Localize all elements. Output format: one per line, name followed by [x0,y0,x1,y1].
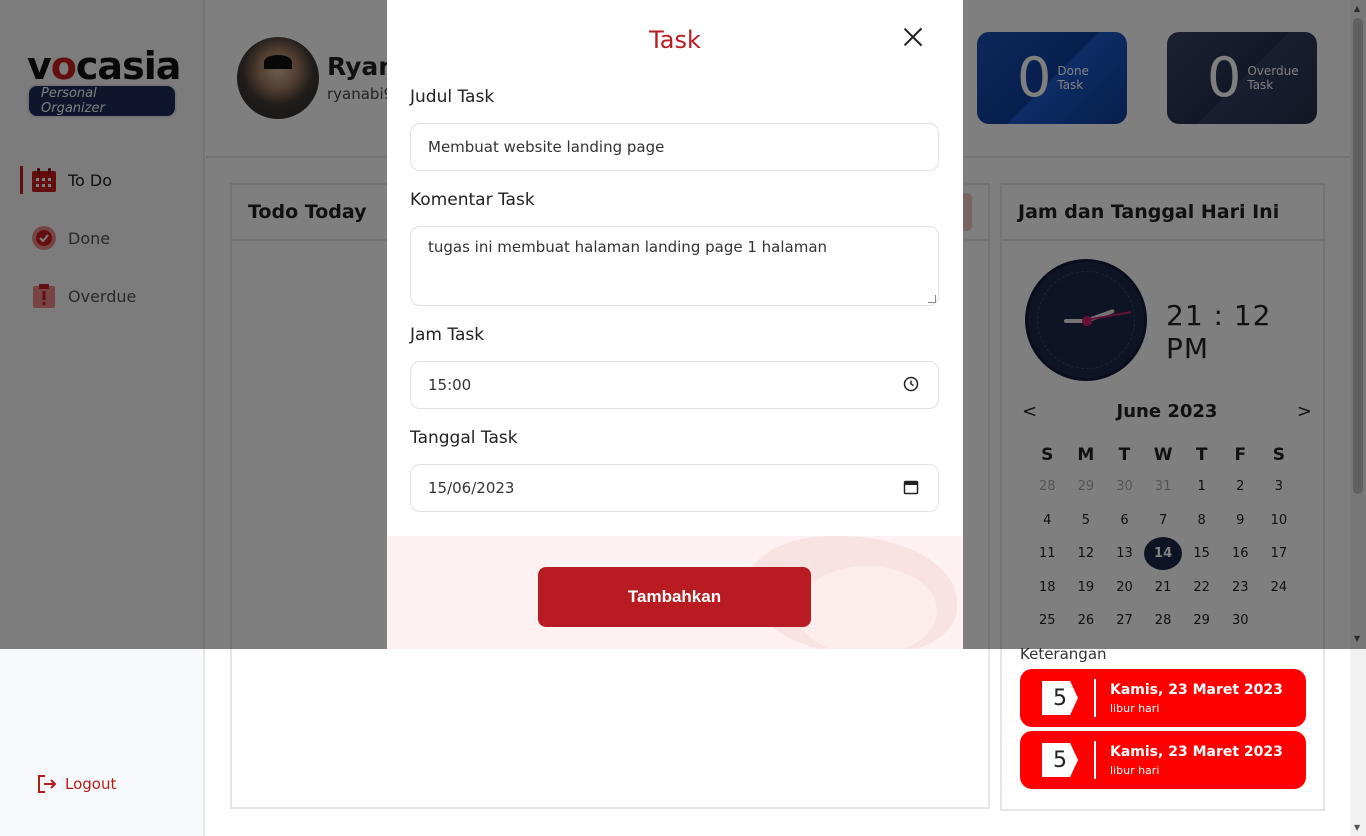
jam-task-input[interactable]: 15:00 [410,361,939,409]
holiday-title: Kamis, 23 Maret 2023 [1110,681,1283,698]
decorative-blob [797,566,937,649]
scroll-down-icon[interactable]: ▼ [1354,823,1360,832]
divider [1094,679,1096,717]
judul-task-value: Membuat website landing page [428,138,665,156]
clock-icon[interactable] [903,376,919,392]
close-icon[interactable] [902,26,924,48]
judul-task-label: Judul Task [410,87,495,107]
resize-handle-icon[interactable] [928,295,936,303]
komentar-task-label: Komentar Task [410,190,535,210]
jam-task-value: 15:00 [428,376,472,394]
logout-icon [37,774,57,794]
komentar-task-value: tugas ini membuat halaman landing page 1… [428,238,828,256]
tambahkan-button[interactable]: Tambahkan [538,567,811,627]
holiday-number: 5 [1042,743,1078,777]
app-root: vocasia Personal Organizer To Do Done [0,0,1366,836]
tanggal-task-label: Tanggal Task [410,428,518,448]
divider [1094,741,1096,779]
holiday-subtitle: libur hari [1110,763,1160,777]
holiday-subtitle: libur hari [1110,701,1160,715]
holiday-title: Kamis, 23 Maret 2023 [1110,743,1283,760]
tanggal-task-input[interactable]: 15/06/2023 [410,464,939,512]
holiday-number: 5 [1042,681,1078,715]
holiday-item[interactable]: 5 Kamis, 23 Maret 2023 libur hari [1020,669,1306,727]
modal-footer: Tambahkan [387,536,963,649]
logout-label: Logout [65,775,117,793]
tanggal-task-value: 15/06/2023 [428,479,515,497]
holiday-item[interactable]: 5 Kamis, 23 Maret 2023 libur hari [1020,731,1306,789]
calendar-icon[interactable] [903,479,919,495]
komentar-task-textarea[interactable]: tugas ini membuat halaman landing page 1… [410,226,939,306]
judul-task-input[interactable]: Membuat website landing page [410,123,939,171]
modal-title: Task [649,26,701,54]
logout-button[interactable]: Logout [37,774,116,794]
jam-task-label: Jam Task [410,325,485,345]
task-modal: Task Judul Task Membuat website landing … [387,0,963,649]
